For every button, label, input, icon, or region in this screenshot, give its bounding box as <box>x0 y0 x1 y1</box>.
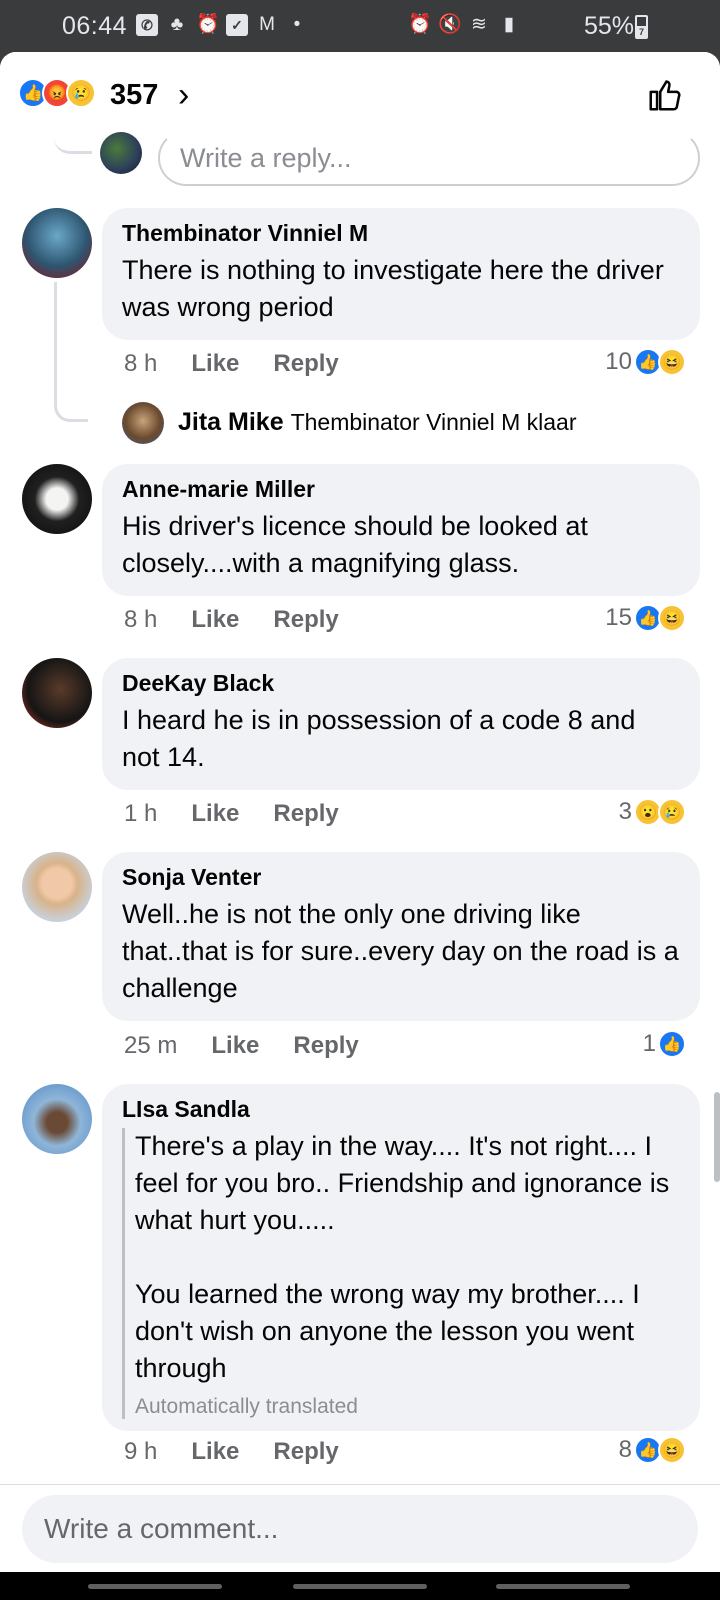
signal-icon: ▮ <box>503 14 515 35</box>
reply-text: Thembinator Vinniel M klaar <box>290 409 577 435</box>
comment-actions: 8 h Like Reply <box>124 350 339 378</box>
checkbox-icon: ✓ <box>226 14 248 36</box>
comment-text: There's a play in the way.... It's not r… <box>135 1131 670 1383</box>
avatar[interactable] <box>22 464 92 534</box>
reaction-count: 10 <box>605 348 632 375</box>
comment-text: There is nothing to investigate here the… <box>122 255 672 322</box>
comment-bubble: Sonja Venter Well..he is not the only on… <box>102 852 700 1021</box>
status-bar: 06:44 ✆ ♣ ⏰ ✓ M • ⏰ 🔇 ≋ ▮ 55% 7 <box>0 0 720 52</box>
comment-bubble: LIsa Sandla There's a play in the way...… <box>102 1084 700 1431</box>
like-link[interactable]: Like <box>211 1032 259 1060</box>
thread-connector <box>54 282 88 422</box>
reaction-summary[interactable]: 👍 😡 😢 <box>18 78 96 108</box>
comment-reactions[interactable]: 3 😮 😢 <box>619 798 686 826</box>
comment-author[interactable]: DeeKay Black <box>122 670 680 697</box>
avatar[interactable] <box>22 852 92 922</box>
comment-bubble: Thembinator Vinniel M There is nothing t… <box>102 208 700 340</box>
reply-link[interactable]: Reply <box>273 606 338 634</box>
reply-link[interactable]: Reply <box>273 800 338 828</box>
battery-badge: 7 <box>637 26 646 37</box>
battery-percent: 55% <box>583 12 634 40</box>
mute-icon: 🔇 <box>438 14 462 35</box>
comment-text: I heard he is in possession of a code 8 … <box>122 705 643 772</box>
reply-link[interactable]: Reply <box>273 1438 338 1466</box>
comment-actions: 9 h Like Reply <box>124 1438 339 1466</box>
like-button[interactable] <box>646 76 684 114</box>
back-button[interactable] <box>496 1584 630 1589</box>
like-link[interactable]: Like <box>191 800 239 828</box>
comment-input[interactable]: Write a comment... <box>22 1495 698 1563</box>
comment-reactions[interactable]: 15 👍 😆 <box>605 604 686 632</box>
comments-sheet: 👍 😡 😢 357 › Write a reply... Thembinator… <box>0 52 720 1572</box>
alarm-icon: ⏰ <box>408 14 432 35</box>
comment-author[interactable]: Thembinator Vinniel M <box>122 220 680 247</box>
haha-reaction-icon: 😆 <box>658 604 686 632</box>
reply-link[interactable]: Reply <box>293 1032 358 1060</box>
reaction-count: 15 <box>605 604 632 631</box>
comment-bubble: Anne-marie Miller His driver's licence s… <box>102 464 700 596</box>
haha-reaction-icon: 😆 <box>658 348 686 376</box>
gmail-icon: M <box>259 14 275 35</box>
sad-reaction-icon: 😢 <box>66 78 96 108</box>
reactions-header: 👍 😡 😢 357 › <box>0 52 720 130</box>
comment-reactions[interactable]: 1 👍 <box>643 1030 686 1058</box>
reply-author: Jita Mike <box>178 408 284 436</box>
reaction-count: 8 <box>618 1436 632 1463</box>
like-link[interactable]: Like <box>191 606 239 634</box>
scrollbar[interactable] <box>714 1092 720 1182</box>
chevron-right-icon[interactable]: › <box>178 76 189 115</box>
like-link[interactable]: Like <box>191 1438 239 1466</box>
comment-bubble: DeeKay Black I heard he is in possession… <box>102 658 700 790</box>
comment-text: His driver's licence should be looked at… <box>122 511 596 578</box>
avatar <box>100 132 142 174</box>
comment-author[interactable]: Sonja Venter <box>122 864 680 891</box>
comment-actions: 25 m Like Reply <box>124 1032 359 1060</box>
reaction-count[interactable]: 357 <box>110 79 158 112</box>
recent-apps-button[interactable] <box>88 1584 222 1589</box>
comment-author[interactable]: Anne-marie Miller <box>122 476 680 503</box>
home-button[interactable] <box>293 1584 427 1589</box>
comment-author[interactable]: LIsa Sandla <box>122 1096 680 1123</box>
battery-icon: 7 <box>635 15 648 39</box>
reply-preview[interactable]: Jita Mike Thembinator Vinniel M klaar <box>178 408 577 437</box>
system-icons: ⏰ 🔇 ≋ ▮ <box>408 14 520 36</box>
like-reaction-icon: 👍 <box>658 1030 686 1058</box>
system-nav-bar <box>0 1572 720 1600</box>
comment-reactions[interactable]: 10 👍 😆 <box>605 348 686 376</box>
translated-quote: There's a play in the way.... It's not r… <box>122 1128 680 1419</box>
comment-actions: 8 h Like Reply <box>124 606 339 634</box>
alarm-icon: ⏰ <box>196 14 220 35</box>
comment-reactions[interactable]: 8 👍 😆 <box>619 1436 686 1464</box>
translation-note[interactable]: Automatically translated <box>135 1395 680 1419</box>
comment-time[interactable]: 9 h <box>124 1438 157 1466</box>
thread-connector <box>54 130 92 154</box>
dot-icon: • <box>293 14 301 35</box>
status-time: 06:44 <box>62 12 128 40</box>
comment-time[interactable]: 8 h <box>124 350 157 378</box>
reaction-count: 3 <box>618 798 632 825</box>
avatar[interactable] <box>22 1084 92 1154</box>
viber-icon: ✆ <box>136 14 158 36</box>
reply-input[interactable]: Write a reply... <box>158 130 700 186</box>
reaction-count: 1 <box>642 1030 656 1057</box>
comment-actions: 1 h Like Reply <box>124 800 339 828</box>
reply-link[interactable]: Reply <box>273 350 338 378</box>
comment-time[interactable]: 25 m <box>124 1032 177 1060</box>
avatar[interactable] <box>22 658 92 728</box>
comment-time[interactable]: 8 h <box>124 606 157 634</box>
wifi-icon: ≋ <box>471 14 487 35</box>
comment-text: Well..he is not the only one driving lik… <box>122 899 687 1003</box>
silent-notification-icon: ♣ <box>170 14 184 35</box>
comment-time[interactable]: 1 h <box>124 800 157 828</box>
sad-reaction-icon: 😢 <box>658 798 686 826</box>
avatar[interactable] <box>22 208 92 278</box>
comment-composer: Write a comment... <box>0 1484 720 1572</box>
haha-reaction-icon: 😆 <box>658 1436 686 1464</box>
notification-icons: ✆ ♣ ⏰ ✓ M • <box>136 14 308 36</box>
like-link[interactable]: Like <box>191 350 239 378</box>
avatar[interactable] <box>122 402 164 444</box>
